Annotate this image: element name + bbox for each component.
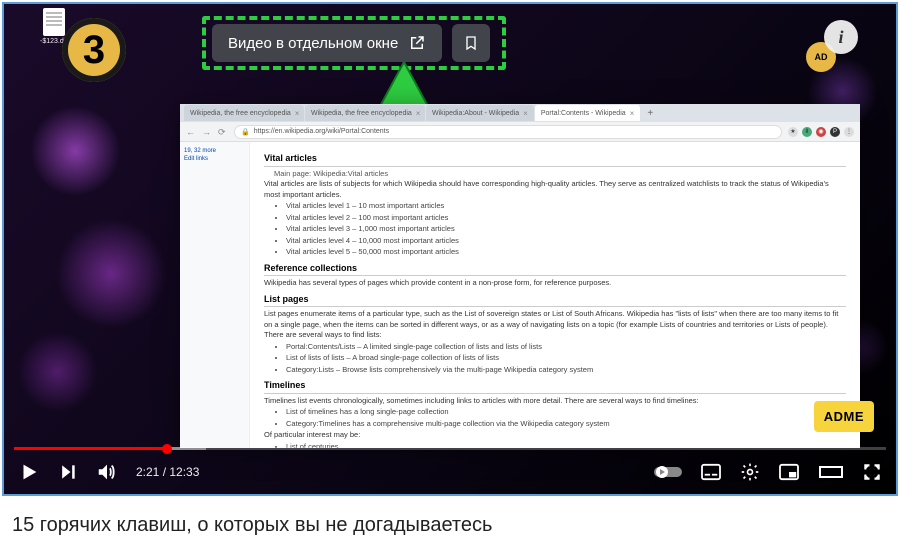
back-icon[interactable]: ←: [186, 127, 196, 137]
vital-mainpage: Main page: Wikipedia:Vital articles: [274, 169, 846, 180]
bookmark-button[interactable]: [452, 24, 490, 62]
heading-timelines: Timelines: [264, 379, 846, 394]
browser-tabbar: Wikipedia, the free encyclopedia× Wikipe…: [180, 104, 860, 122]
browser-tab[interactable]: Wikipedia, the free encyclopedia×: [305, 105, 425, 121]
sidebar-edit-links[interactable]: Edit links: [184, 156, 245, 162]
autoplay-toggle[interactable]: [654, 465, 682, 479]
list-item: Vital articles level 5 – 50,000 most imp…: [286, 247, 846, 258]
wiki-content: Vital articles Main page: Wikipedia:Vita…: [250, 142, 860, 448]
time-display: 2:21 / 12:33: [136, 465, 199, 479]
next-button[interactable]: [58, 462, 78, 482]
wiki-sidebar: 19, 32 more Edit links: [180, 142, 250, 448]
browser-addressbar: ← → ⟳ 🔒 https://en.wikipedia.org/wiki/Po…: [180, 122, 860, 142]
ext-icon[interactable]: ⬇: [802, 127, 812, 137]
external-window-icon: [408, 34, 426, 52]
ext-icon[interactable]: ★: [788, 127, 798, 137]
pip-label: Видео в отдельном окне: [228, 35, 398, 52]
ext-icon[interactable]: P: [830, 127, 840, 137]
bookmark-icon: [463, 34, 479, 52]
player-controls: 2:21 / 12:33: [4, 450, 896, 494]
forward-icon[interactable]: →: [202, 127, 212, 137]
listpages-list: Portal:Contents/Lists – A limited single…: [286, 342, 846, 376]
list-item: Vital articles level 1 – 10 most importa…: [286, 201, 846, 212]
close-icon[interactable]: ×: [416, 109, 421, 118]
info-card-icon[interactable]: i: [824, 20, 858, 54]
menu-icon[interactable]: ⋮: [844, 127, 854, 137]
heading-listpages: List pages: [264, 293, 846, 308]
sidebar-expand[interactable]: 19, 32 more: [184, 148, 245, 154]
video-player[interactable]: -$123.docx 3 AD i Видео в отдельном окне…: [4, 4, 896, 494]
browser-tab[interactable]: Wikipedia, the free encyclopedia×: [184, 105, 304, 121]
theater-button[interactable]: [818, 463, 844, 481]
play-button[interactable]: [18, 461, 40, 483]
heading-vital: Vital articles: [264, 152, 846, 167]
video-title[interactable]: 15 горячих клавиш, о которых вы не догад…: [0, 498, 900, 537]
list-item: Vital articles level 2 – 100 most import…: [286, 213, 846, 224]
settings-button[interactable]: [740, 462, 760, 482]
fullscreen-button[interactable]: [862, 462, 882, 482]
reference-description: Wikipedia has several types of pages whi…: [264, 278, 846, 289]
vital-list: Vital articles level 1 – 10 most importa…: [286, 201, 846, 258]
vital-description: Vital articles are lists of subjects for…: [264, 179, 846, 200]
list-item: Vital articles level 4 – 10,000 most imp…: [286, 236, 846, 247]
list-item: Portal:Contents/Lists – A limited single…: [286, 342, 846, 353]
close-icon[interactable]: ×: [630, 109, 635, 118]
browser-tab-active[interactable]: Portal:Contents - Wikipedia×: [535, 105, 641, 121]
new-tab-button[interactable]: +: [641, 106, 659, 121]
subtitles-button[interactable]: [700, 463, 722, 481]
list-item: Vital articles level 3 – 1,000 most impo…: [286, 224, 846, 235]
url-text: https://en.wikipedia.org/wiki/Portal:Con…: [254, 128, 389, 135]
close-icon[interactable]: ×: [523, 109, 528, 118]
listpages-description: List pages enumerate items of a particul…: [264, 309, 846, 341]
list-item: List of timelines has a long single-page…: [286, 407, 846, 418]
timelines-description: Timelines list events chronologically, s…: [264, 396, 846, 407]
lock-icon: 🔒: [241, 128, 250, 136]
browser-tab[interactable]: Wikipedia:About - Wikipedia×: [426, 105, 534, 121]
picture-in-picture-button[interactable]: Видео в отдельном окне: [212, 24, 442, 62]
volume-button[interactable]: [96, 461, 118, 483]
browser-window: Wikipedia, the free encyclopedia× Wikipe…: [180, 104, 860, 448]
url-input[interactable]: 🔒 https://en.wikipedia.org/wiki/Portal:C…: [234, 125, 782, 139]
list-item: Category:Lists – Browse lists comprehens…: [286, 365, 846, 376]
close-icon[interactable]: ×: [295, 109, 300, 118]
ext-icon[interactable]: ◉: [816, 127, 826, 137]
channel-watermark[interactable]: ADME: [814, 401, 874, 432]
list-item: List of lists of lists – A broad single-…: [286, 353, 846, 364]
reload-icon[interactable]: ⟳: [218, 127, 228, 137]
duration: 12:33: [169, 465, 199, 479]
list-item: Category:Timelines has a comprehensive m…: [286, 419, 846, 430]
of-interest: Of particular interest may be:: [264, 430, 846, 441]
number-badge: 3: [62, 18, 126, 82]
timelines-list: List of timelines has a long single-page…: [286, 407, 846, 429]
miniplayer-button[interactable]: [778, 463, 800, 481]
current-time: 2:21: [136, 465, 159, 479]
heading-reference: Reference collections: [264, 262, 846, 277]
